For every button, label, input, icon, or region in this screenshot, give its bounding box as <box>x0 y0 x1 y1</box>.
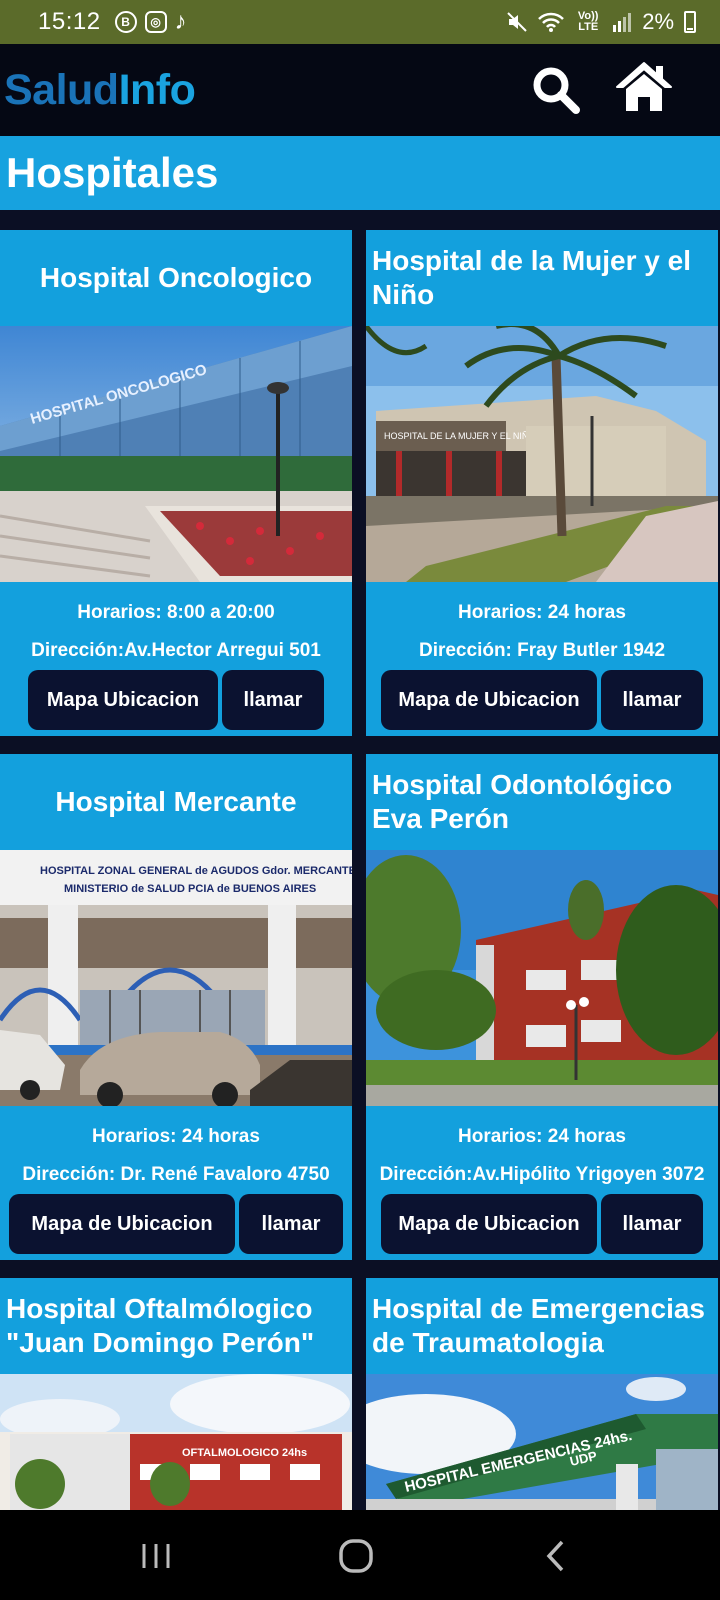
hospital-info: Horarios: 8:00 a 20:00 Dirección:Av.Hect… <box>0 582 352 662</box>
hospital-info: Horarios: 24 horas Dirección: Fray Butle… <box>366 582 718 662</box>
hospital-card: Hospital Odontológico Eva Perón Horarios… <box>366 754 718 1260</box>
home-circle-icon <box>339 1539 373 1573</box>
clock: 15:12 <box>38 8 101 35</box>
hospital-photo: HOSPITAL ZONAL GENERAL de AGUDOS Gdor. M… <box>0 850 352 1106</box>
mute-icon <box>507 12 527 32</box>
nav-home-button[interactable] <box>336 1538 376 1574</box>
hospital-info: Horarios: 24 horas Dirección: Dr. René F… <box>0 1106 352 1186</box>
card-actions: Mapa de Ubicacion llamar <box>366 1194 718 1254</box>
call-button[interactable]: llamar <box>601 670 703 730</box>
hospital-address: Dirección:Av.Hipólito Yrigoyen 3072 <box>379 1164 705 1185</box>
notification-icons: B ◎ ♪ <box>114 8 187 36</box>
photo-sign-text: MINISTERIO de SALUD PCIA de BUENOS AIRES <box>64 883 316 895</box>
call-button[interactable]: llamar <box>222 670 324 730</box>
photo-sign-text: HOSPITAL DE LA MUJER Y EL NIÑO <box>384 431 535 441</box>
hospital-card: Hospital de Emergencias de Traumatologia… <box>366 1278 718 1510</box>
hospital-name: Hospital Mercante <box>55 786 297 817</box>
battery-icon <box>684 11 696 33</box>
hospital-name: Hospital Oftalmólogico "Juan Domingo Per… <box>6 1293 315 1358</box>
map-button[interactable]: Mapa de Ubicacion <box>381 670 597 730</box>
hospital-name: Hospital Oncologico <box>39 262 313 293</box>
hospital-address: Dirección: Fray Butler 1942 <box>418 640 666 661</box>
hospital-card: Hospital Mercante HOSPITAL ZONAL GENERAL… <box>0 754 352 1260</box>
logo-info: Info <box>118 65 196 114</box>
home-icon <box>616 62 672 111</box>
hospital-hours: Horarios: 24 horas <box>458 1126 626 1147</box>
signal-icon <box>613 13 632 32</box>
hospital-photo: HOSPITAL EMERGENCIAS 24hs. UDP <box>366 1374 718 1510</box>
map-button[interactable]: Mapa Ubicacion <box>28 670 218 730</box>
lte-icon: Vo)) LTE <box>577 10 599 33</box>
card-actions: Mapa de Ubicacion llamar <box>0 1194 352 1254</box>
hospital-name: Hospital Odontológico Eva Perón <box>372 769 673 834</box>
battery-percent: 2% <box>642 9 674 34</box>
section-header: Hospitales <box>0 136 720 210</box>
recent-apps-icon <box>142 1544 170 1568</box>
back-icon <box>546 1540 564 1572</box>
hospital-photo <box>366 850 718 1106</box>
hospital-card: Hospital Oncologico HOSPITAL ONCOLOGICO <box>0 230 352 736</box>
photo-sign-text: HOSPITAL ZONAL GENERAL de AGUDOS Gdor. M… <box>40 865 352 877</box>
map-button[interactable]: Mapa de Ubicacion <box>9 1194 235 1254</box>
home-button[interactable] <box>612 56 676 120</box>
hospital-hours: Horarios: 24 horas <box>458 602 626 623</box>
system-icons: Vo)) LTE 2% <box>506 9 696 35</box>
app-bar: SaludInfo <box>0 44 720 136</box>
status-bar: 15:12 B ◎ ♪ Vo)) LTE 2% <box>0 0 720 44</box>
hospital-info: Horarios: 24 horas Dirección:Av.Hipólito… <box>366 1106 718 1186</box>
page-title: Hospitales <box>6 149 219 196</box>
hospital-hours: Horarios: 8:00 a 20:00 <box>77 602 275 623</box>
logo-salud: Salud <box>4 65 119 114</box>
instagram-icon: ◎ <box>144 11 167 33</box>
search-button[interactable] <box>526 60 586 120</box>
hospital-address: Dirección:Av.Hector Arregui 501 <box>31 640 321 661</box>
hospital-photo: HOSPITAL ONCOLOGICO <box>0 326 352 582</box>
hospital-photo: HOSPITAL DE LA MUJER Y EL NIÑO <box>366 326 718 582</box>
app-logo: SaludInfo <box>4 65 196 115</box>
hospital-card: Hospital de la Mujer y el Niño HOSPITAL … <box>366 230 718 736</box>
call-button[interactable]: llamar <box>601 1194 703 1254</box>
wifi-icon <box>538 12 565 32</box>
card-actions: Mapa Ubicacion llamar <box>0 670 352 730</box>
map-button[interactable]: Mapa de Ubicacion <box>381 1194 597 1254</box>
back-button[interactable] <box>536 1538 576 1574</box>
card-actions: Mapa de Ubicacion llamar <box>366 670 718 730</box>
hospital-hours: Horarios: 24 horas <box>92 1126 260 1147</box>
tiktok-icon: ♪ <box>174 8 187 35</box>
recent-apps-button[interactable] <box>136 1538 176 1574</box>
b-chat-icon: B <box>114 11 137 33</box>
search-icon <box>533 67 580 114</box>
photo-sign-text: OFTALMOLOGICO 24hs <box>182 1447 307 1459</box>
hospital-name: Hospital de Emergencias de Traumatologia <box>372 1293 706 1358</box>
hospital-card: Hospital Oftalmólogico "Juan Domingo Per… <box>0 1278 352 1510</box>
call-button[interactable]: llamar <box>239 1194 343 1254</box>
hospital-photo: OFTALMOLOGICO 24hs <box>0 1374 352 1510</box>
hospital-address: Dirección: Dr. René Favaloro 4750 <box>22 1164 330 1185</box>
hospital-name: Hospital de la Mujer y el Niño <box>372 245 691 310</box>
system-nav-bar <box>0 1510 720 1600</box>
